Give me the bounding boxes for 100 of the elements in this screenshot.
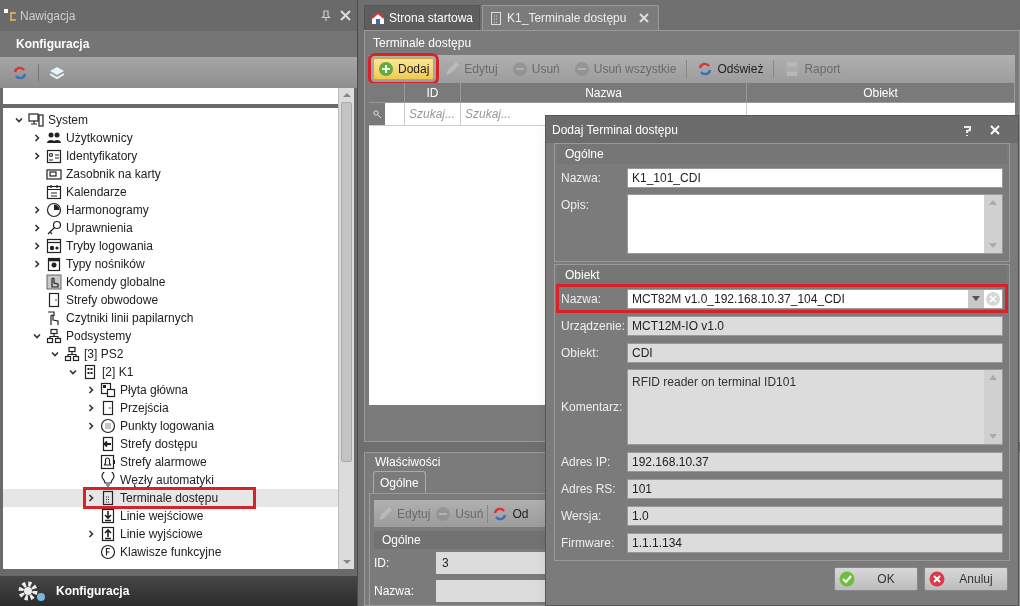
panel-title: Terminale dostępu bbox=[372, 35, 473, 52]
item-label: Linie wejściowe bbox=[120, 508, 204, 525]
arrow-down-box-icon bbox=[100, 508, 116, 524]
tree-item[interactable]: Terminale dostępu bbox=[3, 489, 338, 507]
toolbar-button[interactable]: Odśwież bbox=[693, 58, 768, 80]
tree-item[interactable]: [2] K1 bbox=[3, 363, 338, 381]
column-header[interactable]: ID bbox=[405, 83, 461, 102]
chevron-down-icon[interactable] bbox=[33, 332, 41, 340]
tree-item[interactable]: Strefy dostępu bbox=[3, 435, 338, 453]
chevron-right-icon[interactable] bbox=[33, 224, 41, 232]
pencil-icon bbox=[377, 505, 393, 522]
tree-item[interactable]: Czytniki linii papilarnych bbox=[3, 309, 338, 327]
field-label: Wersja: bbox=[561, 507, 603, 525]
network-icon bbox=[46, 328, 62, 344]
field-label: Firmware: bbox=[561, 534, 616, 552]
item-label: [3] PS2 bbox=[84, 346, 124, 363]
close-icon[interactable] bbox=[638, 13, 651, 23]
minus-icon bbox=[435, 505, 452, 522]
help-icon[interactable] bbox=[962, 123, 972, 136]
tree-item[interactable]: Węzły automatyki bbox=[3, 471, 338, 489]
layers-icon[interactable] bbox=[49, 64, 65, 81]
chevron-down-icon[interactable] bbox=[51, 350, 59, 358]
tree-item[interactable]: Identyfikatory bbox=[3, 147, 338, 165]
arrow-up-box-icon bbox=[100, 526, 116, 542]
item-label: Czytniki linii papilarnych bbox=[66, 310, 194, 327]
close-icon[interactable] bbox=[340, 10, 351, 21]
item-label: Płyta główna bbox=[120, 382, 189, 399]
column-header[interactable]: Nazwa bbox=[461, 83, 747, 102]
light-bulb-icon bbox=[100, 472, 116, 488]
dialog-button[interactable]: Anuluj bbox=[924, 567, 1008, 591]
gear-window-icon bbox=[46, 238, 62, 254]
chevron-right-icon[interactable] bbox=[87, 494, 95, 502]
chevron-right-icon[interactable] bbox=[87, 386, 95, 394]
tree-item[interactable]: Kalendarze bbox=[3, 183, 338, 201]
text-field[interactable]: 1.1.1.134 bbox=[627, 532, 1003, 553]
item-label: Typy nośników bbox=[66, 256, 145, 273]
tree-item[interactable]: Klawisze funkcyjne bbox=[3, 543, 338, 561]
field-label: Opis: bbox=[561, 197, 590, 214]
field-label: Nazwa: bbox=[561, 290, 602, 308]
item-label: Strefy obwodowe bbox=[66, 292, 159, 309]
chevron-down-icon[interactable] bbox=[69, 368, 77, 376]
tree-item[interactable]: Komendy globalne bbox=[3, 273, 338, 291]
tree-item[interactable]: Harmonogramy bbox=[3, 201, 338, 219]
tree-item[interactable]: Użytkownicy bbox=[3, 129, 338, 147]
chevron-right-icon[interactable] bbox=[87, 530, 95, 538]
tree-item[interactable]: Zasobnik na karty bbox=[3, 165, 338, 183]
dropdown[interactable]: MCT82M v1.0_192.168.10.37_104_CDI bbox=[627, 288, 1003, 309]
text-field[interactable]: 101 bbox=[627, 478, 1003, 499]
tree-item[interactable]: Strefy alarmowe bbox=[3, 453, 338, 471]
text-field[interactable]: 1.0 bbox=[627, 505, 1003, 526]
chevron-right-icon[interactable] bbox=[33, 260, 41, 268]
chevron-right-icon[interactable] bbox=[33, 152, 41, 160]
tree-item[interactable]: Linie wejściowe bbox=[3, 507, 338, 525]
bell-icon bbox=[100, 454, 116, 470]
minus-icon bbox=[511, 61, 528, 77]
scrollbar[interactable] bbox=[338, 88, 354, 569]
tree-item[interactable]: Tryby logowania bbox=[3, 237, 338, 255]
column-header[interactable]: Obiekt bbox=[747, 83, 1015, 102]
text-field[interactable]: MCT12M-IO v1.0 bbox=[627, 315, 1003, 336]
cancel-icon bbox=[929, 571, 945, 587]
chevron-right-icon[interactable] bbox=[33, 242, 41, 250]
chevron-right-icon[interactable] bbox=[33, 134, 41, 142]
tree-item[interactable]: Uprawnienia bbox=[3, 219, 338, 237]
clear-icon[interactable] bbox=[984, 289, 1002, 308]
tab[interactable]: K1_Terminale dostępu bbox=[482, 5, 660, 30]
text-field[interactable]: CDI bbox=[627, 342, 1003, 363]
tree-item[interactable]: Podsystemy bbox=[3, 327, 338, 345]
chevron-right-icon[interactable] bbox=[87, 422, 95, 430]
tree-item[interactable]: [3] PS2 bbox=[3, 345, 338, 363]
item-label: Węzły automatyki bbox=[120, 472, 215, 489]
tree-item[interactable]: Płyta główna bbox=[3, 381, 338, 399]
chevron-down-icon[interactable] bbox=[15, 116, 23, 124]
computer-icon bbox=[28, 112, 44, 128]
tree-item[interactable]: System bbox=[3, 111, 338, 129]
gears-icon bbox=[16, 579, 48, 603]
users-icon bbox=[46, 130, 62, 146]
dialog-button[interactable]: OK bbox=[834, 567, 918, 591]
item-label: System bbox=[48, 112, 88, 129]
chevron-right-icon[interactable] bbox=[33, 206, 41, 214]
tree-item[interactable]: Linie wyjściowe bbox=[3, 525, 338, 543]
tab[interactable]: Strona startowa bbox=[364, 5, 481, 30]
text-field[interactable]: 192.168.10.37 bbox=[627, 451, 1003, 472]
tree-item[interactable]: Typy nośników bbox=[3, 255, 338, 273]
group-title: Obiekt bbox=[565, 267, 600, 284]
group-title: Ogólne bbox=[565, 146, 604, 163]
pencil-icon bbox=[444, 61, 461, 77]
tree-item[interactable]: Przejścia bbox=[3, 399, 338, 417]
caret-down-icon[interactable] bbox=[972, 296, 980, 301]
section-title: Konfiguracja bbox=[16, 36, 90, 53]
calendar-icon bbox=[46, 184, 62, 200]
text-field[interactable]: K1_101_CDI bbox=[627, 167, 1003, 188]
field-label: Obiekt: bbox=[561, 344, 600, 362]
pin-icon[interactable] bbox=[320, 9, 332, 22]
chevron-right-icon[interactable] bbox=[87, 404, 95, 412]
tab[interactable]: Ogólne bbox=[373, 471, 426, 493]
add-icon bbox=[378, 61, 394, 77]
tree-item[interactable]: Strefy obwodowe bbox=[3, 291, 338, 309]
tree-item[interactable]: Punkty logowania bbox=[3, 417, 338, 435]
card-tray-icon bbox=[46, 166, 62, 182]
toolbar-button[interactable]: Od bbox=[491, 502, 530, 525]
